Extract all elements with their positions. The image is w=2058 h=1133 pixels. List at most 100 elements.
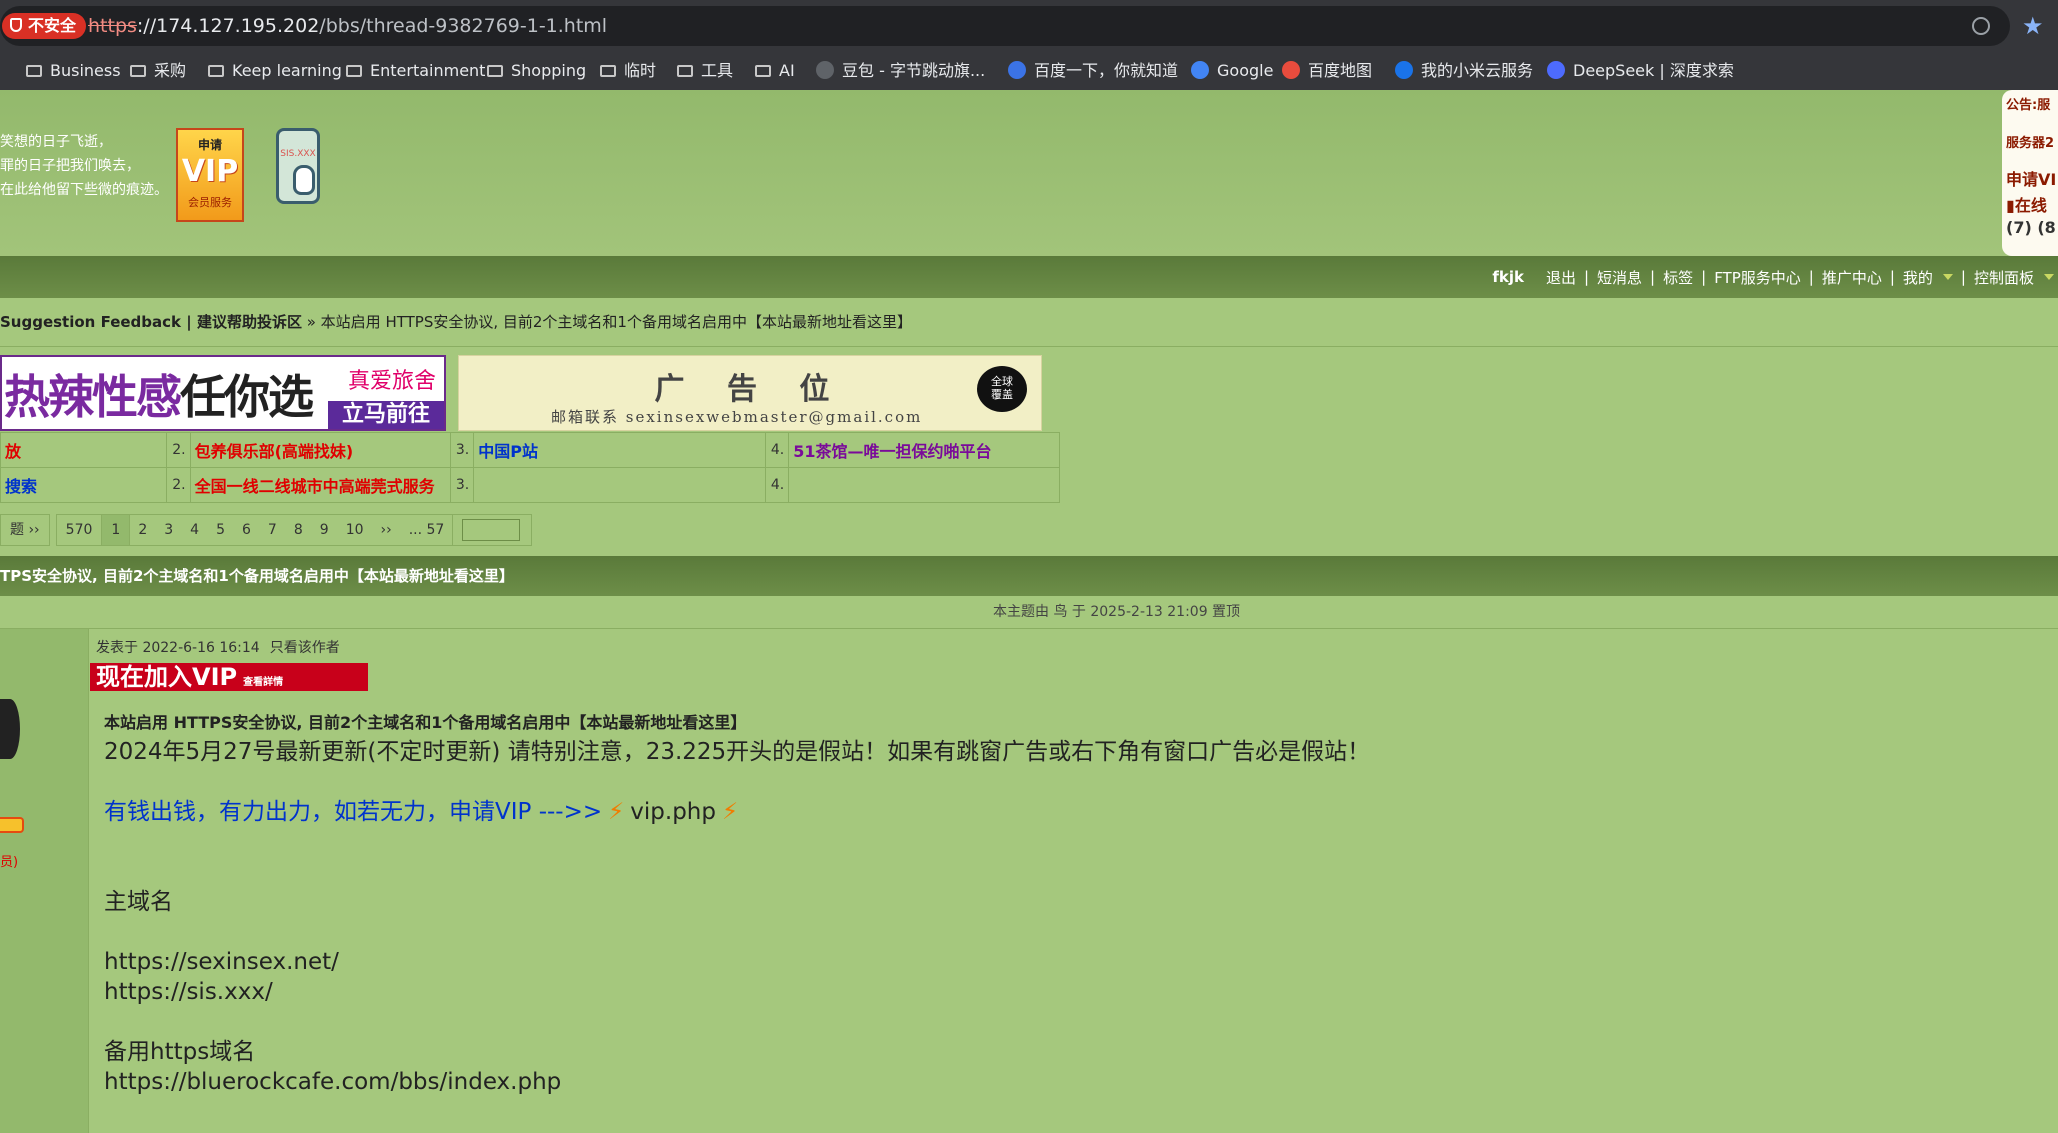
lightning-icon: ⚡ [722,799,739,825]
vip-apply-badge[interactable]: 申请 VIP 会员服务 [176,128,244,222]
zoom-icon[interactable] [1972,17,1990,35]
bookmark-site[interactable]: Google [1191,60,1273,82]
ad-link[interactable] [788,467,1060,503]
url-text[interactable]: https://174.127.195.202/bbs/thread-93827… [88,12,607,40]
top-nav: fkjk 退出 | 短消息 | 标签 | FTP服务中心 | 推广中心 | 我的 | 控制面板 [0,256,2058,298]
pager-page[interactable]: 9 [310,514,338,546]
lightning-icon: ⚡ [608,799,625,825]
avatar[interactable] [0,669,26,789]
site-header: 笑想的日子飞逝， 罪的日子把我们唤去， 在此给他留下些微的痕迹。 申请 VIP … [0,90,2058,256]
pager-next[interactable]: ›› [371,514,401,546]
bookmark-site[interactable]: 我的小米云服务 [1395,60,1533,82]
thread-title-bar: TPS安全协议, 目前2个主域名和1个备用域名启用中【本站最新地址看这里】 [0,556,2058,596]
username-link[interactable]: fkjk [1492,268,1524,286]
folder-icon [600,65,616,77]
ad-link[interactable]: 包养俱乐部(高端找妹) [189,432,451,468]
bookmark-folder[interactable]: 采购 [130,60,186,82]
pointer-hand-icon [293,165,315,195]
rank-badge-icon [0,817,24,833]
nav-separator: | [1701,268,1707,286]
bookmark-folder[interactable]: 临时 [600,60,656,82]
bookmark-site[interactable]: DeepSeek | 深度求索 [1547,60,1734,82]
link-number: 4. [764,432,790,468]
site-favicon-icon [1191,61,1209,79]
domain-link[interactable]: https://sexinsex.net/ [104,947,1370,977]
pager-page[interactable]: 5 [207,514,234,546]
ad-link[interactable]: 51茶馆—唯一担保约啪平台 [788,432,1060,468]
bookmark-site[interactable]: 百度一下，你就知道 [1008,60,1178,82]
ad-banner-placeholder[interactable]: 广 告 位 邮箱联系 sexinsexwebmaster@gmail.com 全… [458,355,1042,431]
post-body: 2024年5月27号最新更新(不定时更新) 请特别注意，23.225开头的是假站… [104,739,1371,1097]
chevron-down-icon[interactable] [1942,274,1953,280]
pager-page[interactable]: 1 [101,514,131,546]
folder-icon [208,65,224,77]
vip-php-link[interactable]: vip.php [630,799,716,825]
pager-page[interactable]: 10 [336,514,373,546]
ad-link-table: 放 2. 包养俱乐部(高端找妹) 3. 中国P站 4. 51茶馆—唯一担保约啪平台 搜索 2. 全… [0,432,1060,503]
nav-item[interactable]: 标签 [1663,267,1693,288]
address-bar-row: 不安全 https://174.127.195.202/bbs/thread-9… [0,0,2058,52]
pager-page[interactable]: 6 [233,514,260,546]
folder-icon [130,65,146,77]
page-jump-input[interactable] [462,519,521,541]
site-favicon-icon [1547,61,1565,79]
pager-jump [452,514,533,546]
site-favicon-icon [1395,61,1413,79]
backup-domain-link[interactable]: https://bluerockcafe.com/bbs/index.php [104,1067,1370,1097]
breadcrumb-forum-link[interactable]: Suggestion Feedback | 建议帮助投诉区 [0,313,302,331]
table-row: 搜索 2. 全国一线二线城市中高端莞式服务 3. 4. [0,467,1060,503]
bookmark-site[interactable]: 豆包 - 字节跳动旗... [816,60,985,82]
browser-chrome: 不安全 https://174.127.195.202/bbs/thread-9… [0,0,2058,90]
only-author-link[interactable]: 只看该作者 [270,640,340,656]
pager-page[interactable]: 8 [284,514,312,546]
nav-item[interactable]: FTP服务中心 [1714,267,1801,288]
breadcrumb-thread: 本站启用 HTTPS安全协议, 目前2个主域名和1个备用域名启用中【本站最新地址… [320,313,912,331]
ad-link[interactable]: 搜索 [0,467,168,503]
mobile-phone-icon[interactable]: SIS.XXX [276,128,320,204]
pager-last[interactable]: ... 57 [399,514,454,546]
bookmark-folder[interactable]: Shopping [487,60,586,82]
nav-item[interactable]: 我的 [1903,267,1933,288]
ad-link[interactable]: 放 [0,432,168,468]
bookmarks-bar: gBusiness采购Keep learningEntertainmentSho… [0,52,2058,90]
bookmark-folder[interactable]: Business [26,60,121,82]
table-row: 放 2. 包养俱乐部(高端找妹) 3. 中国P站 4. 51茶馆—唯一担保约啪平台 [0,432,1060,468]
chevron-down-icon[interactable] [2044,274,2054,280]
pager-page[interactable]: 2 [129,514,157,546]
bookmark-folder[interactable]: AI [755,60,795,82]
ad-link[interactable] [473,467,766,503]
domain-link[interactable]: https://sis.xxx/ [104,977,1370,1007]
sticky-notice: 本主题由 鸟 于 2025-2-13 21:09 置顶 [0,596,2058,629]
breadcrumb: Suggestion Feedback | 建议帮助投诉区 » 本站启用 HTT… [0,298,2058,347]
not-secure-badge[interactable]: 不安全 [2,13,87,39]
announcement-panel: 公告:服 服务器2 申请VI ▮在线 (7) (8 [2002,90,2058,256]
bookmark-folder[interactable]: Keep learning [208,60,342,82]
pager-page[interactable]: 7 [258,514,286,546]
pager-total: 570 [55,514,103,546]
ad-banner-hotel[interactable]: 热辣性感任你选 真爱旅舍 立马前往 [0,355,446,431]
online-count[interactable]: ▮在线 [2006,192,2047,216]
nav-item[interactable]: 控制面板 [1974,267,2034,288]
site-favicon-icon [816,61,834,79]
bookmark-folder[interactable]: Entertainment [346,60,485,82]
site-favicon-icon [1008,61,1026,79]
post-title: 本站启用 HTTPS安全协议, 目前2个主域名和1个备用域名启用中【本站最新地址… [104,713,747,732]
nav-item[interactable]: 退出 [1546,267,1576,288]
link-number: 3. [449,432,475,468]
join-vip-banner[interactable]: 现在加入VIP 查看詳情 [90,663,368,691]
folder-icon [677,65,693,77]
nav-separator: | [1583,268,1590,286]
pager-page[interactable]: 4 [181,514,209,546]
pager-prev[interactable]: 题 ›› [0,514,50,546]
vip-apply-text: 有钱出钱，有力出力，如若无力，申请VIP --->> [104,799,603,825]
pager-page[interactable]: 3 [155,514,183,546]
bookmark-star-icon[interactable]: ★ [2022,14,2044,38]
ad-link[interactable]: 全国一线二线城市中高端莞式服务 [189,467,451,503]
nav-item[interactable]: 短消息 [1597,267,1642,288]
bookmark-folder[interactable]: 工具 [677,60,733,82]
post-meta: 发表于 2022-6-16 16:14 只看该作者 [96,640,340,656]
nav-item[interactable]: 推广中心 [1822,267,1882,288]
site-favicon-icon [1282,61,1300,79]
bookmark-site[interactable]: 百度地图 [1282,60,1372,82]
ad-link[interactable]: 中国P站 [473,432,766,468]
